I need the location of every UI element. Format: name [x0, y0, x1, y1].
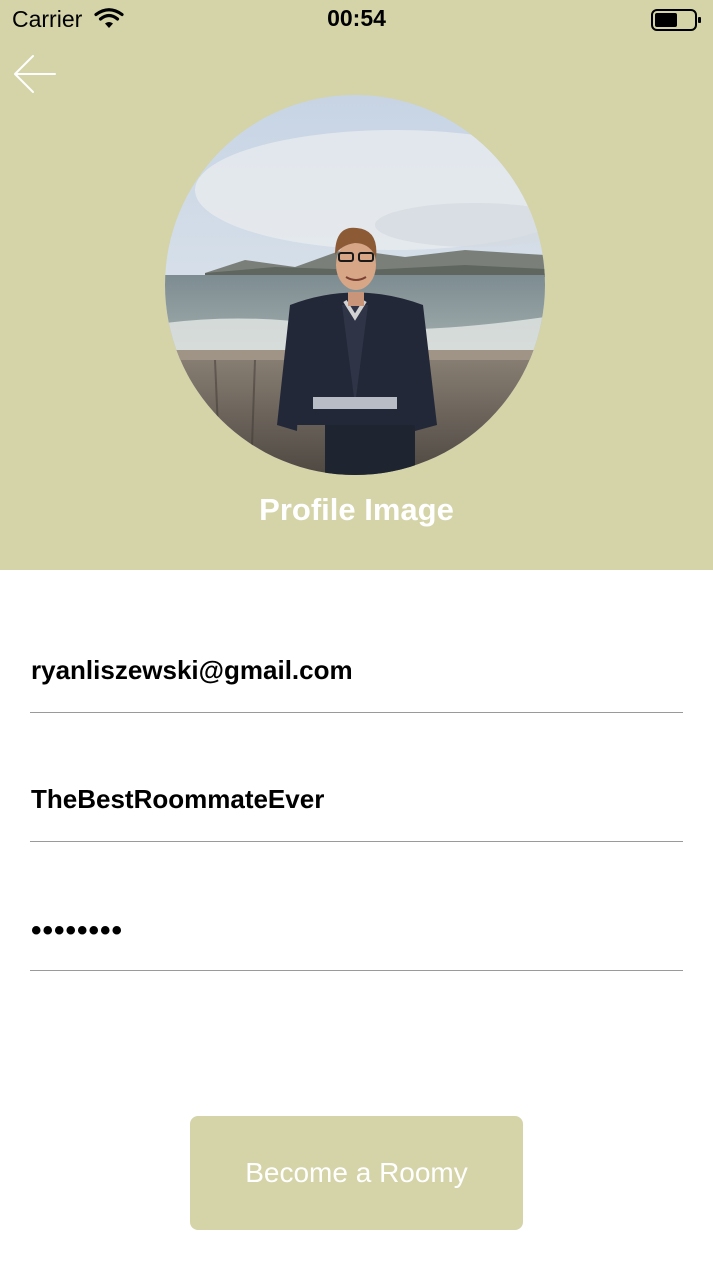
profile-image[interactable] [165, 95, 545, 475]
username-field[interactable]: TheBestRoommateEver [30, 771, 683, 842]
status-bar: Carrier 00:54 [0, 0, 713, 40]
back-button[interactable] [12, 52, 58, 96]
email-value: ryanliszewski@gmail.com [31, 655, 353, 685]
become-a-roomy-label: Become a Roomy [245, 1157, 468, 1188]
become-a-roomy-button[interactable]: Become a Roomy [190, 1116, 523, 1230]
email-field[interactable]: ryanliszewski@gmail.com [30, 642, 683, 713]
profile-image-label: Profile Image [259, 492, 454, 527]
username-value: TheBestRoommateEver [31, 784, 325, 814]
profile-header: Carrier 00:54 Profile Image [0, 0, 713, 570]
arrow-left-icon [14, 55, 56, 93]
password-value: •••••••• [31, 914, 124, 947]
battery-icon [651, 8, 703, 37]
clock: 00:54 [327, 5, 386, 31]
password-field[interactable]: •••••••• [30, 900, 683, 971]
